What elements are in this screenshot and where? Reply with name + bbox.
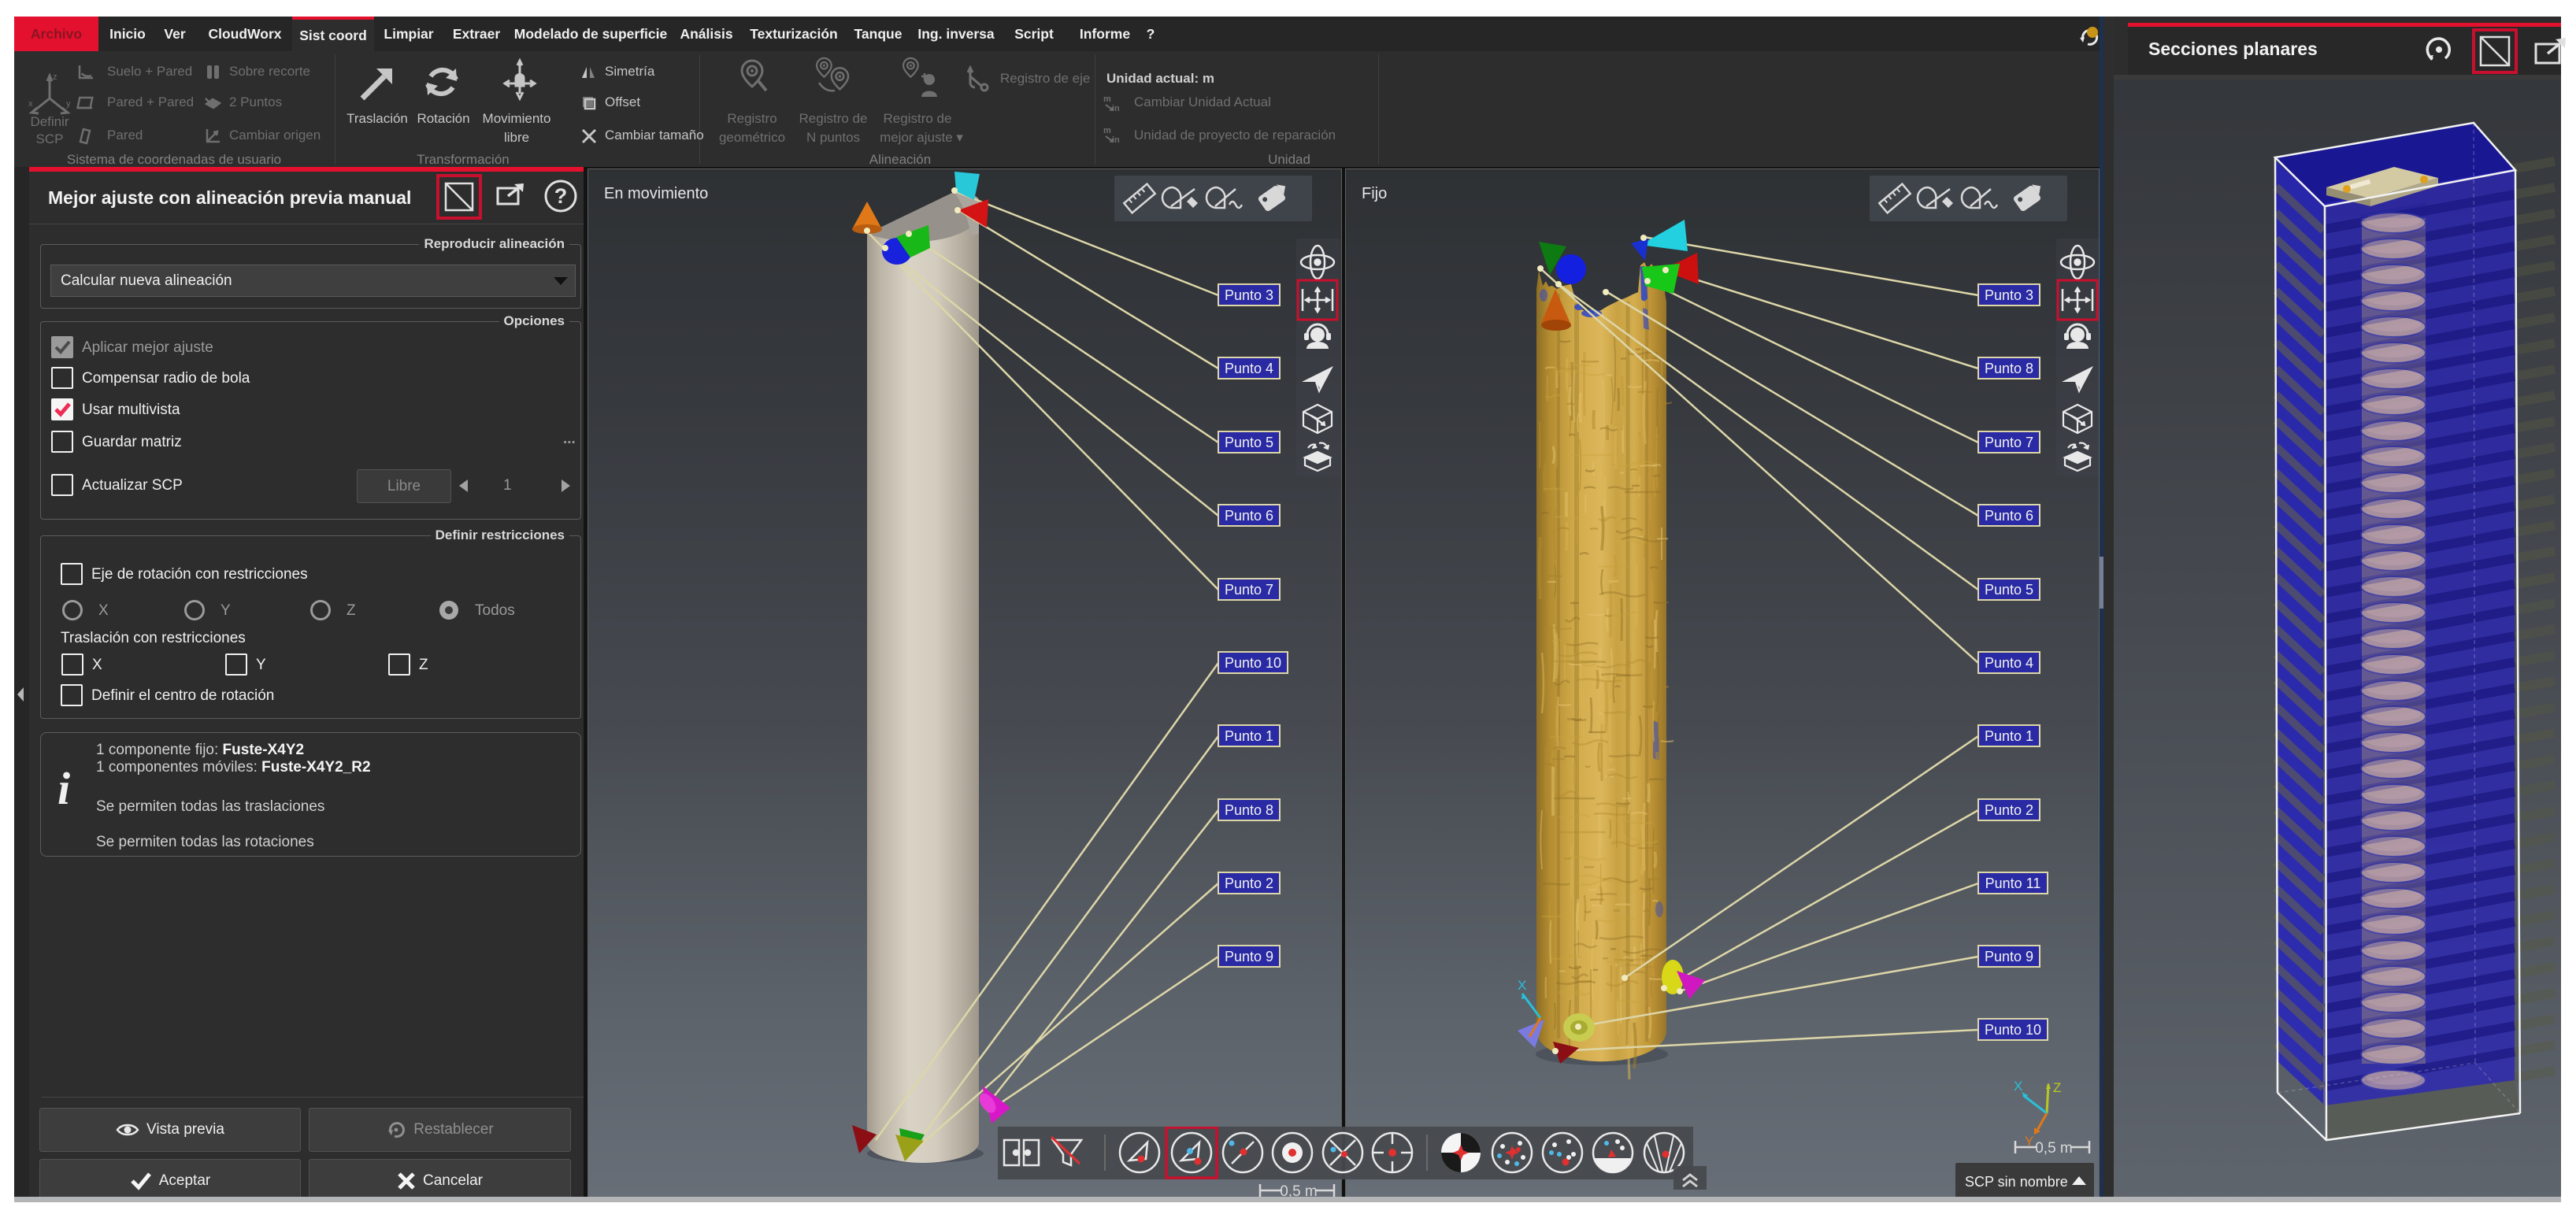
svg-text:m: m [1103, 94, 1111, 104]
svg-text:Punto 11: Punto 11 [1985, 876, 2041, 891]
svg-text:Punto 6: Punto 6 [1985, 508, 2033, 524]
svg-text:Punto 10: Punto 10 [1225, 655, 1281, 671]
svg-text:SCP sin nombre: SCP sin nombre [1965, 1174, 2068, 1190]
svg-text:0,5 m: 0,5 m [2035, 1140, 2073, 1157]
svg-text:X: X [2014, 1079, 2022, 1094]
svg-text:Punto 4: Punto 4 [1985, 655, 2033, 671]
svg-text:Punto 2: Punto 2 [1225, 876, 1273, 891]
svg-text:Punto 7: Punto 7 [1985, 435, 2033, 450]
svg-text:Punto 10: Punto 10 [1985, 1022, 2041, 1038]
svg-text:Punto 9: Punto 9 [1225, 949, 1273, 964]
svg-text:?: ? [554, 184, 568, 208]
svg-text:Punto 3: Punto 3 [1225, 287, 1273, 303]
svg-text:Punto 1: Punto 1 [1985, 728, 2033, 744]
svg-text:Punto 8: Punto 8 [1225, 802, 1273, 818]
svg-text:m: m [1103, 126, 1111, 135]
svg-text:Fijo: Fijo [1362, 185, 1387, 202]
svg-text:En movimiento: En movimiento [604, 185, 708, 202]
svg-text:X: X [1518, 978, 1526, 993]
svg-text:Punto 2: Punto 2 [1985, 802, 2033, 818]
svg-text:x: x [28, 99, 33, 109]
svg-text:Z: Z [2053, 1080, 2061, 1095]
svg-text:Punto 4: Punto 4 [1225, 361, 1273, 376]
svg-text:in: in [1112, 104, 1120, 113]
svg-text:in: in [1112, 135, 1120, 144]
svg-text:Punto 9: Punto 9 [1985, 949, 2033, 964]
svg-text:Punto 5: Punto 5 [1985, 582, 2033, 598]
svg-text:z: z [53, 72, 57, 82]
svg-text:y: y [66, 99, 71, 109]
svg-text:Punto 5: Punto 5 [1225, 435, 1273, 450]
svg-text:Punto 7: Punto 7 [1225, 582, 1273, 598]
svg-text:Punto 8: Punto 8 [1985, 361, 2033, 376]
svg-text:Punto 6: Punto 6 [1225, 508, 1273, 524]
svg-text:Punto 3: Punto 3 [1985, 287, 2033, 303]
svg-text:Punto 1: Punto 1 [1225, 728, 1273, 744]
